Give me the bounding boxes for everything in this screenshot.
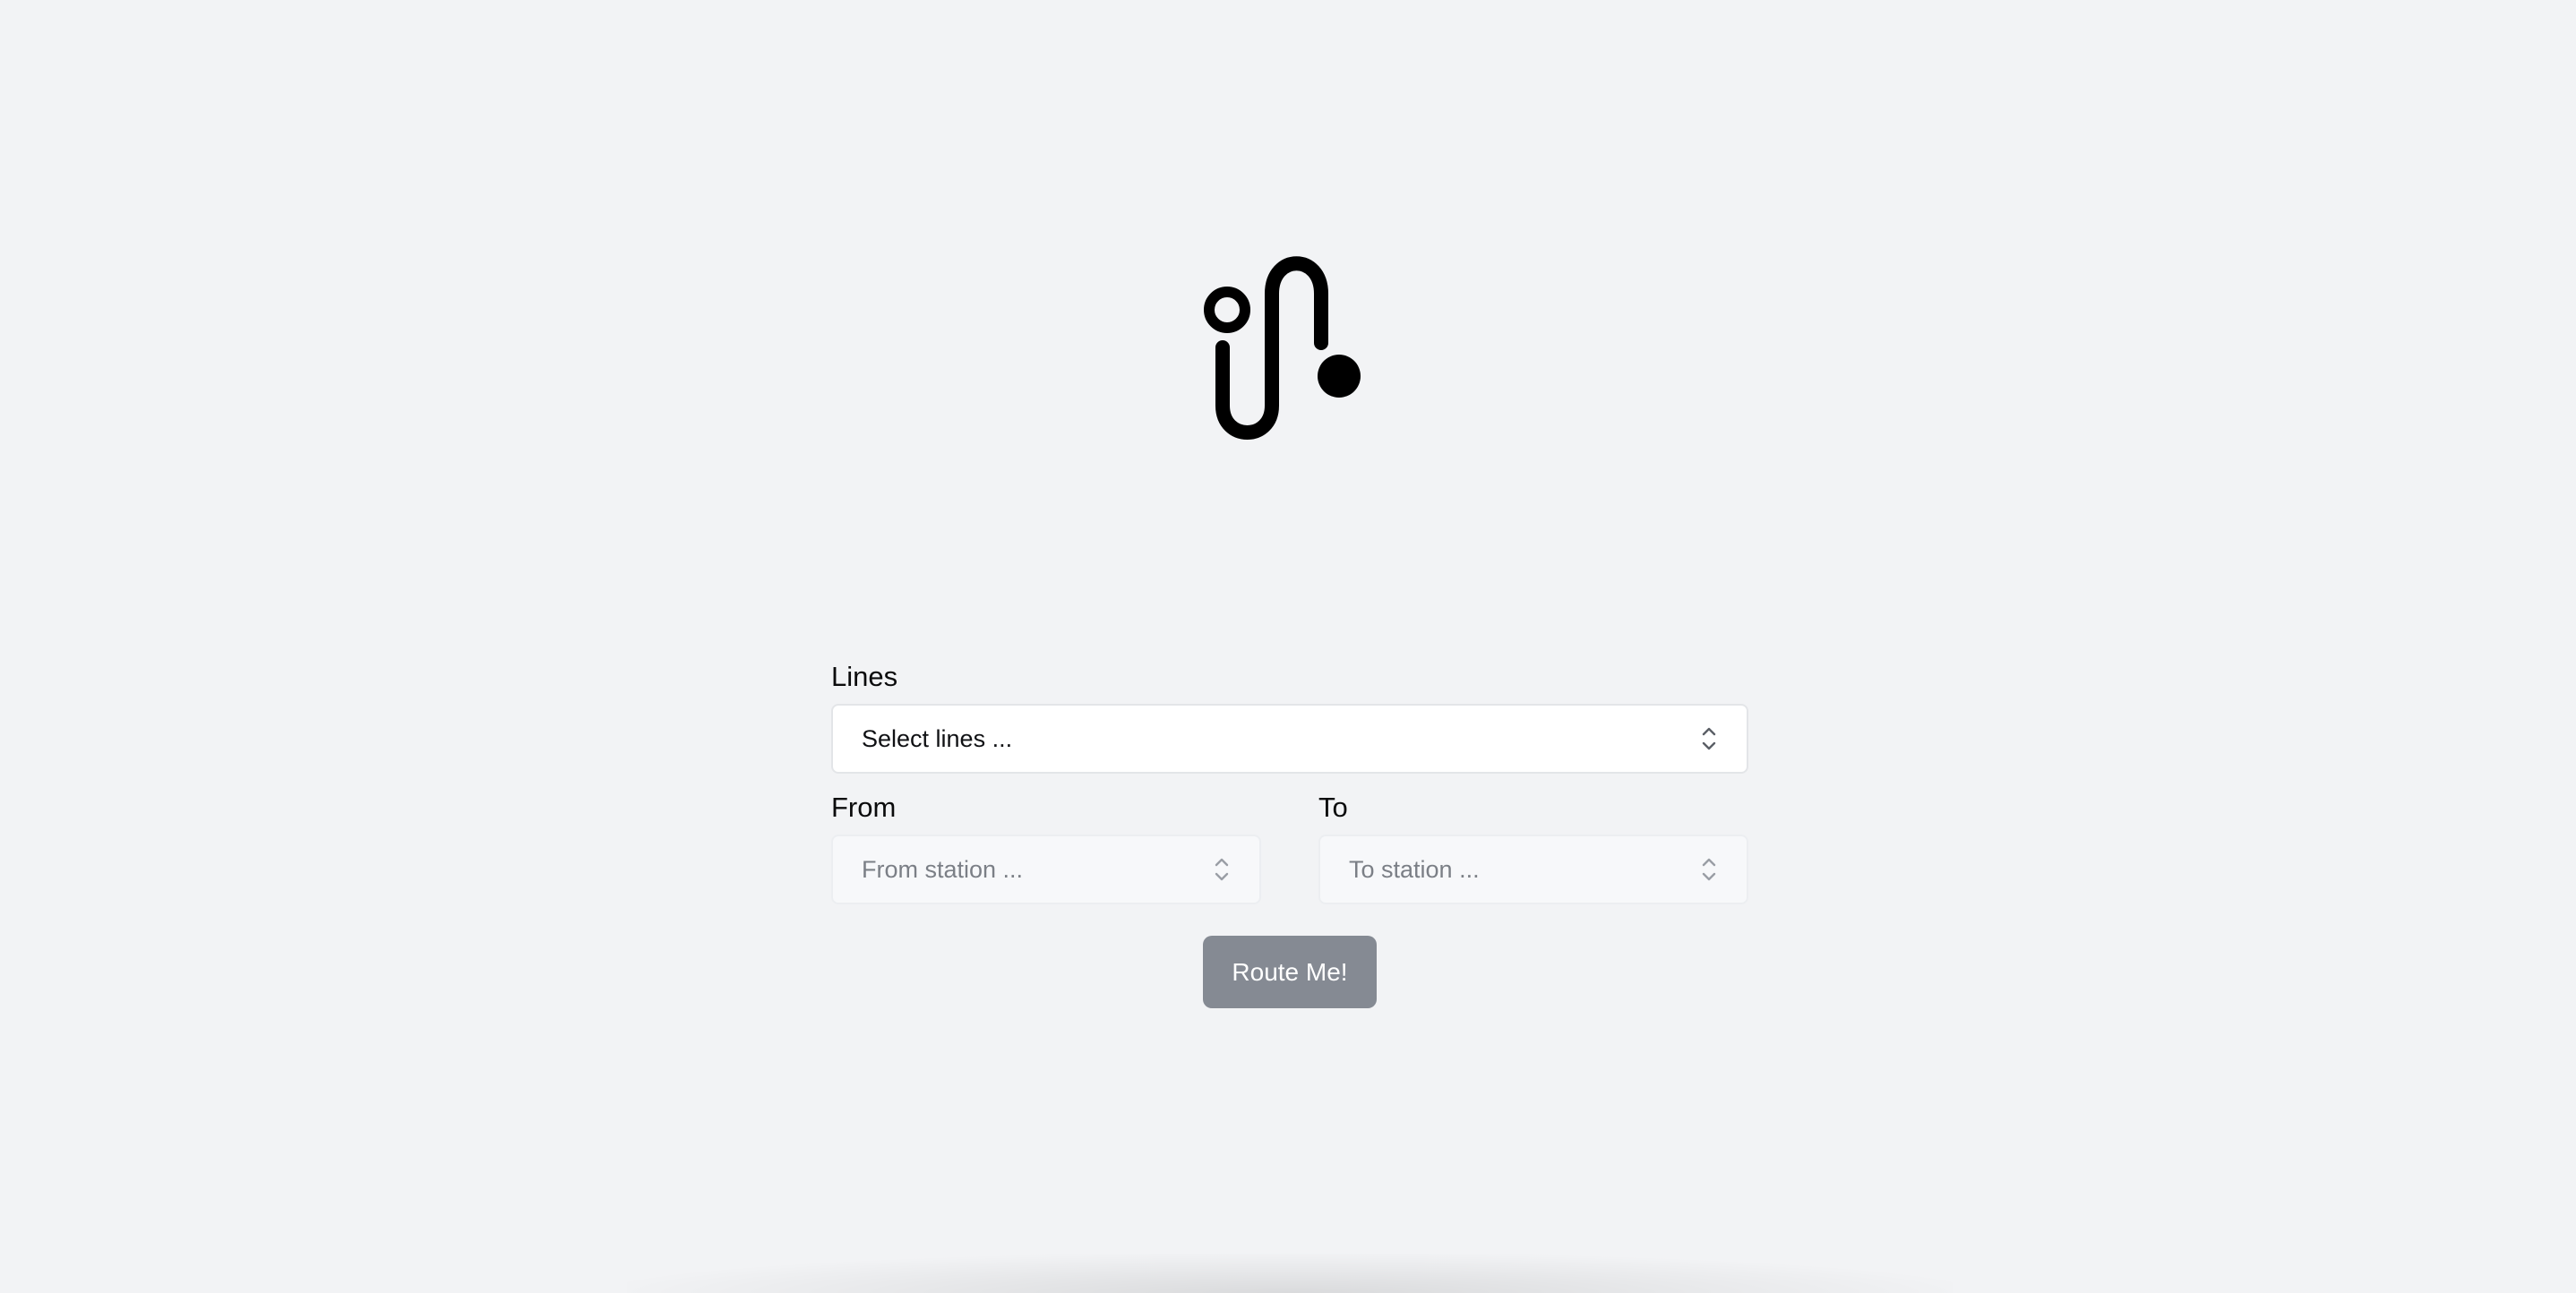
from-label: From — [831, 792, 897, 823]
lines-label: Lines — [831, 661, 898, 692]
chevron-updown-icon — [1215, 858, 1229, 881]
bottom-panel-shadow — [627, 1254, 1953, 1293]
from-field: From From station ... — [831, 793, 1261, 904]
to-station-select[interactable]: To station ... — [1318, 835, 1748, 904]
route-me-button[interactable]: Route Me! — [1203, 936, 1377, 1008]
from-station-placeholder: From station ... — [862, 855, 1024, 883]
route-form: Lines Select lines ... From From station… — [831, 663, 1748, 904]
page: Lines Select lines ... From From station… — [0, 0, 2576, 1293]
route-logo-icon — [1196, 240, 1384, 455]
to-label: To — [1318, 792, 1348, 823]
lines-select[interactable]: Select lines ... — [831, 704, 1748, 774]
to-station-placeholder: To station ... — [1349, 855, 1480, 883]
chevron-updown-icon — [1702, 727, 1716, 750]
stations-row: From From station ... To To station ... — [831, 793, 1748, 904]
lines-select-placeholder: Select lines ... — [862, 724, 1013, 752]
from-station-select[interactable]: From station ... — [831, 835, 1261, 904]
to-field: To To station ... — [1318, 793, 1748, 904]
chevron-updown-icon — [1702, 858, 1716, 881]
lines-field: Lines Select lines ... — [831, 663, 1748, 774]
